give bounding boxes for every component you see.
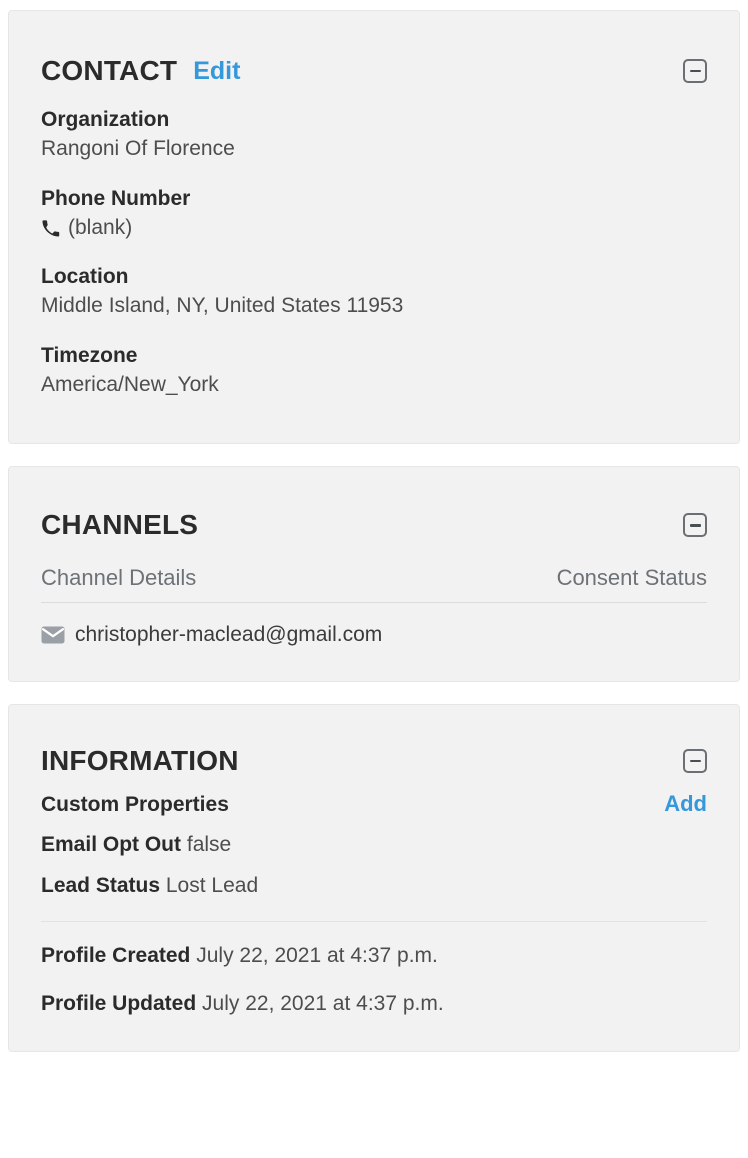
contact-profile-panel: CONTACT Edit Organization Rangoni Of Flo… (0, 0, 748, 1158)
property-lead-status: Lead Status Lost Lead (41, 872, 707, 899)
channels-table-header: Channel Details Consent Status (41, 565, 707, 603)
field-label: Organization (41, 108, 170, 131)
property-value: Lost Lead (165, 874, 259, 898)
page-title: CONTACT (41, 55, 178, 86)
field-value: America/New_York (41, 371, 707, 399)
field-timezone: Timezone America/New_York (41, 343, 707, 400)
location-value: Middle Island, NY, United States 11953 (41, 294, 404, 318)
phone-icon (41, 219, 60, 238)
column-header-consent-status: Consent Status (556, 565, 707, 591)
contact-card-header: CONTACT Edit (41, 57, 707, 85)
add-property-link[interactable]: Add (664, 791, 707, 817)
field-value: Rangoni Of Florence (41, 135, 707, 163)
meta-profile-updated: Profile Updated July 22, 2021 at 4:37 p.… (41, 990, 707, 1017)
meta-label: Profile Created (41, 944, 191, 968)
information-title: INFORMATION (41, 744, 239, 776)
field-organization: Organization Rangoni Of Florence (41, 107, 707, 164)
meta-value: July 22, 2021 at 4:37 p.m. (202, 991, 444, 1015)
field-label: Timezone (41, 343, 138, 367)
meta-value: July 22, 2021 at 4:37 p.m. (196, 944, 438, 968)
custom-properties-label: Custom Properties (41, 792, 229, 816)
field-value: (blank) (41, 214, 707, 242)
organization-value: Rangoni Of Florence (41, 137, 235, 161)
channels-title: CHANNELS (41, 509, 199, 541)
timezone-value: America/New_York (41, 373, 219, 397)
envelope-icon (41, 626, 65, 644)
channels-card-header: CHANNELS (41, 511, 707, 539)
field-location: Location Middle Island, NY, United State… (41, 264, 707, 321)
column-header-channel-details: Channel Details (41, 565, 197, 591)
minus-square-icon[interactable] (683, 513, 707, 538)
information-card-header: INFORMATION (41, 744, 707, 776)
section-divider (41, 921, 707, 923)
channels-card: CHANNELS Channel Details Consent Status … (8, 466, 740, 682)
field-phone-number: Phone Number (blank) (41, 186, 707, 243)
table-row[interactable]: christopher-maclead@gmail.com (41, 623, 707, 647)
property-email-opt-out: Email Opt Out false (41, 831, 707, 858)
phone-value: (blank) (68, 215, 133, 239)
property-label: Lead Status (41, 874, 161, 898)
custom-properties-row: Custom Properties Add (41, 791, 707, 817)
field-label: Location (41, 265, 129, 289)
minus-square-icon[interactable] (683, 748, 707, 773)
meta-label: Profile Updated (41, 991, 197, 1015)
edit-contact-link[interactable]: Edit (193, 58, 240, 84)
information-card: INFORMATION Custom Properties Add Email … (8, 703, 740, 1052)
channel-email-value: christopher-maclead@gmail.com (75, 622, 383, 646)
field-value: Middle Island, NY, United States 11953 (41, 292, 707, 320)
field-label: Phone Number (41, 186, 191, 210)
minus-square-icon[interactable] (683, 59, 707, 83)
contact-card: CONTACT Edit Organization Rangoni Of Flo… (8, 10, 740, 445)
property-value: false (186, 832, 232, 856)
meta-profile-created: Profile Created July 22, 2021 at 4:37 p.… (41, 942, 707, 969)
property-label: Email Opt Out (41, 832, 182, 856)
